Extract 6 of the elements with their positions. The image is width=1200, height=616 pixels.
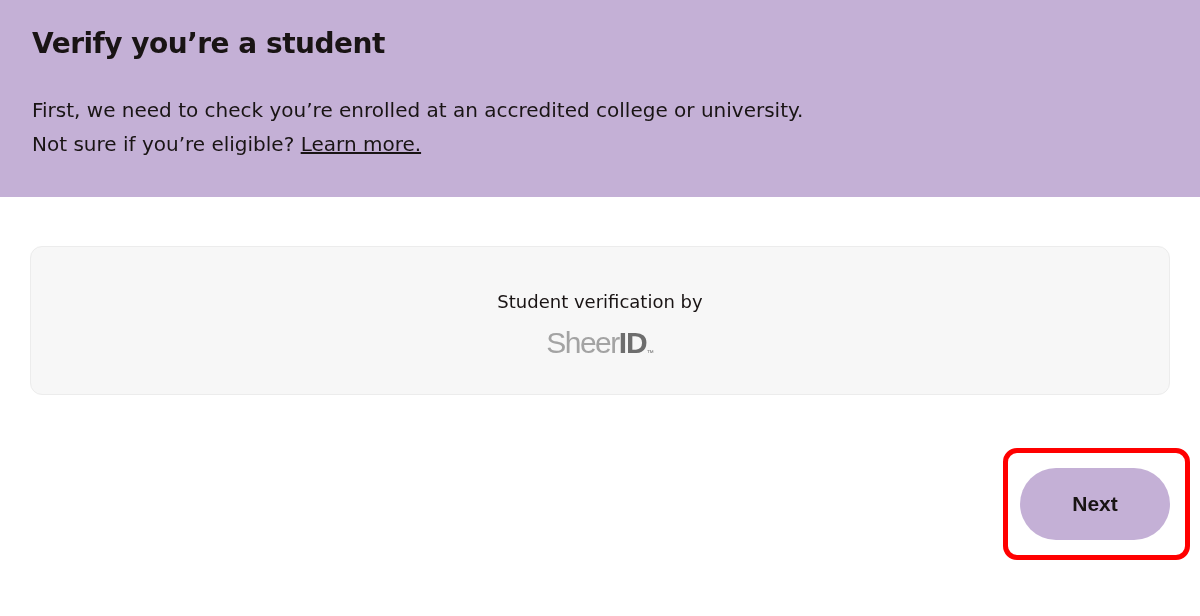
verification-label: Student verification by: [497, 290, 703, 314]
intro-text: First, we need to check you’re enrolled at an accredited college or university.: [32, 97, 804, 124]
eligibility-question: Not sure if you’re eligible?: [32, 131, 295, 158]
page-title: Verify you’re a student: [32, 26, 385, 62]
learn-more-link[interactable]: Learn more.: [300, 132, 422, 156]
next-button[interactable]: Next: [1020, 468, 1170, 540]
